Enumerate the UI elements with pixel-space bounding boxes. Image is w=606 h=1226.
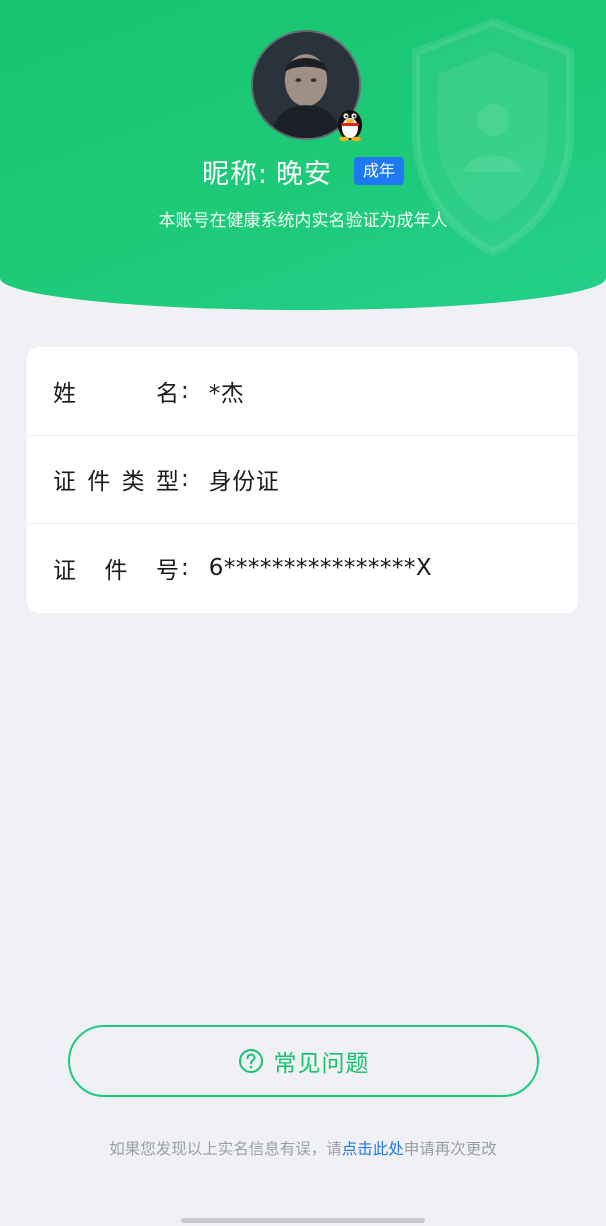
id-number-label: 证 件 号 xyxy=(53,558,179,585)
realname-info-page: 昵称: 晚安 成年 本账号在健康系统内实名验证为成年人 姓 名 : *杰 证 件… xyxy=(0,0,606,1226)
realname-info-card: 姓 名 : *杰 证 件 类 型 : 身份证 证 件 号 : 6********… xyxy=(27,347,578,613)
nickname-row: 昵称: 晚安 成年 xyxy=(0,150,606,192)
id-type-row: 证 件 类 型 : 身份证 xyxy=(27,436,578,525)
id-type-value: 身份证 xyxy=(208,469,280,496)
nickname-value: 晚安 xyxy=(276,158,333,190)
correction-note-prefix: 如果您发现以上实名信息有误，请 xyxy=(109,1140,342,1158)
id-number-row: 证 件 号 : 6****************X xyxy=(27,524,578,613)
correction-note: 如果您发现以上实名信息有误，请点击此处申请再次更改 xyxy=(0,1137,606,1159)
adult-status-badge: 成年 xyxy=(354,157,405,185)
id-number-value: 6****************X xyxy=(208,555,433,582)
faq-label: 常见问题 xyxy=(273,1051,370,1077)
nickname-label: 昵称: xyxy=(201,158,269,190)
id-number-colon: : xyxy=(181,555,189,582)
question-circle-icon xyxy=(238,1049,263,1073)
id-type-colon: : xyxy=(181,466,189,493)
name-label: 姓 名 xyxy=(53,380,179,407)
name-row: 姓 名 : *杰 xyxy=(27,347,578,436)
home-indicator[interactable] xyxy=(181,1218,425,1223)
click-here-link[interactable]: 点击此处 xyxy=(342,1140,404,1158)
faq-button[interactable]: 常见问题 xyxy=(68,1025,539,1097)
header-banner: 昵称: 晚安 成年 本账号在健康系统内实名验证为成年人 xyxy=(0,0,606,310)
verification-status-text: 本账号在健康系统内实名验证为成年人 xyxy=(158,211,448,231)
name-colon: : xyxy=(181,377,189,404)
id-type-label: 证 件 类 型 xyxy=(53,469,179,496)
correction-note-suffix: 申请再次更改 xyxy=(403,1140,497,1158)
name-value: *杰 xyxy=(208,380,245,407)
qq-penguin-icon xyxy=(338,110,362,142)
